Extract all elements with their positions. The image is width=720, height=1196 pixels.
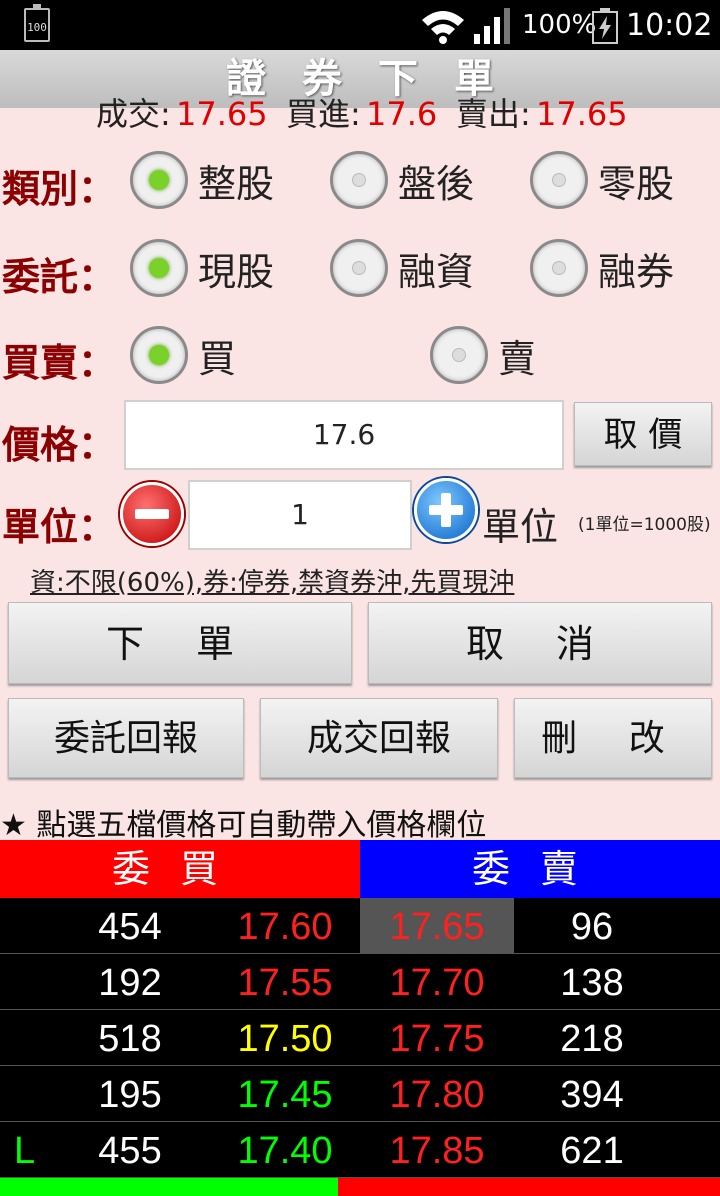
radio-category-after-hours[interactable]: 盤後	[330, 151, 474, 209]
buy-quantity: 454	[98, 906, 162, 948]
radio-checked-icon	[130, 326, 188, 384]
flag-marker	[14, 954, 54, 1009]
buy-price[interactable]: 17.45	[210, 1066, 360, 1121]
deal-report-button[interactable]: 成交回報	[260, 698, 498, 778]
sell-price[interactable]: 17.85	[360, 1122, 514, 1177]
buy-quantity: 518	[98, 1018, 162, 1060]
order-book-row: 454 17.60 17.65 96	[0, 898, 720, 954]
deal-label: 成交:	[96, 95, 171, 128]
radio-checked-icon	[130, 239, 188, 297]
minus-icon[interactable]	[120, 482, 184, 546]
ask-value: 17.65	[536, 95, 628, 128]
order-book-row: 195 17.45 17.80 394	[0, 1066, 720, 1122]
sell-quantity: 394	[560, 1074, 624, 1116]
radio-entrust-cash[interactable]: 現股	[130, 239, 274, 297]
radio-category-odd-lot[interactable]: 零股	[530, 151, 674, 209]
clock: 10:02	[626, 8, 713, 43]
radio-label: 盤後	[398, 161, 475, 206]
radio-label: 融資	[398, 249, 475, 294]
unit-input[interactable]: 1	[188, 480, 412, 550]
radio-unchecked-icon	[530, 151, 588, 209]
buy-quantity: 192	[98, 962, 162, 1004]
plus-icon[interactable]	[414, 478, 478, 542]
sell-quantity: 218	[560, 1018, 624, 1060]
buy-price[interactable]: 17.50	[210, 1010, 360, 1065]
status-bar: 100 100% 10:02	[0, 0, 720, 50]
battery-charging-icon	[592, 8, 618, 44]
sell-price[interactable]: 17.75	[360, 1010, 514, 1065]
radio-entrust-margin[interactable]: 融資	[330, 239, 474, 297]
quote-line: 成交: 17.65 買進: 17.6 賣出: 17.65	[0, 94, 720, 128]
buy-quantity: 195	[98, 1074, 162, 1116]
price-label: 價格：	[2, 423, 117, 467]
margin-info-link[interactable]: 資:不限(60%),券:停券,禁資券沖,先買現沖	[30, 562, 514, 599]
signal-icon	[474, 8, 510, 44]
buy-price[interactable]: 17.40	[210, 1122, 360, 1177]
category-label: 類別：	[2, 167, 117, 211]
flag-marker	[14, 1010, 54, 1065]
entrust-report-button[interactable]: 委託回報	[8, 698, 244, 778]
entrust-label: 委託：	[2, 255, 117, 299]
cancel-button[interactable]: 取 消	[368, 602, 712, 684]
radio-entrust-short[interactable]: 融券	[530, 239, 674, 297]
sell-price[interactable]: 17.80	[360, 1066, 514, 1121]
auto-fill-note: ★ 點選五檔價格可自動帶入價格欄位	[0, 808, 487, 843]
flag-marker: L	[14, 1130, 36, 1172]
order-book: 454 17.60 17.65 96 192 17.55 17.70 138 518 17.50 1…	[0, 898, 720, 1178]
order-book-row: 518 17.50 17.75 218	[0, 1010, 720, 1066]
radio-unchecked-icon	[330, 239, 388, 297]
battery-percent: 100%	[522, 10, 597, 40]
radio-unchecked-icon	[430, 326, 488, 384]
radio-checked-icon	[130, 151, 188, 209]
radio-side-sell[interactable]: 賣	[430, 326, 536, 384]
get-price-button[interactable]: 取 價	[574, 402, 712, 466]
ask-label: 賣出:	[456, 95, 531, 128]
sell-quantity: 96	[570, 906, 614, 948]
submit-order-button[interactable]: 下 單	[8, 602, 352, 684]
delete-modify-button[interactable]: 刪 改	[514, 698, 712, 778]
buy-ratio-bar	[0, 1178, 338, 1196]
buy-header: 委買	[0, 840, 360, 898]
unit-label: 單位：	[2, 505, 117, 549]
radio-label: 現股	[198, 249, 275, 294]
sell-quantity: 138	[560, 962, 624, 1004]
deal-value: 17.65	[176, 95, 268, 128]
price-input[interactable]: 17.6	[124, 400, 564, 470]
order-book-row: 192 17.55 17.70 138	[0, 954, 720, 1010]
flag-marker	[14, 898, 54, 953]
side-label: 買賣：	[2, 341, 117, 385]
radio-unchecked-icon	[330, 151, 388, 209]
sell-price[interactable]: 17.70	[360, 954, 514, 1009]
small-battery-icon: 100	[24, 4, 50, 42]
radio-label: 融券	[598, 249, 675, 294]
radio-label: 整股	[198, 161, 275, 206]
wifi-icon	[422, 11, 464, 44]
radio-category-whole[interactable]: 整股	[130, 151, 274, 209]
bid-label: 買進:	[286, 95, 361, 128]
radio-label: 零股	[598, 161, 675, 206]
radio-side-buy[interactable]: 買	[130, 326, 236, 384]
radio-unchecked-icon	[530, 239, 588, 297]
unit-suffix: 單位	[482, 505, 559, 549]
bid-value: 17.6	[366, 95, 438, 128]
sell-ratio-bar	[338, 1178, 720, 1196]
unit-hint: (1單位=1000股)	[578, 515, 711, 535]
buy-price[interactable]: 17.55	[210, 954, 360, 1009]
radio-label: 買	[198, 336, 237, 381]
radio-label: 賣	[498, 336, 537, 381]
buy-quantity: 455	[98, 1130, 162, 1172]
flag-marker	[14, 1066, 54, 1121]
sell-price[interactable]: 17.65	[360, 898, 514, 953]
sell-header: 委賣	[360, 840, 720, 898]
buy-price[interactable]: 17.60	[210, 898, 360, 953]
sell-quantity: 621	[560, 1130, 624, 1172]
order-book-row: L 455 17.40 17.85 621	[0, 1122, 720, 1178]
